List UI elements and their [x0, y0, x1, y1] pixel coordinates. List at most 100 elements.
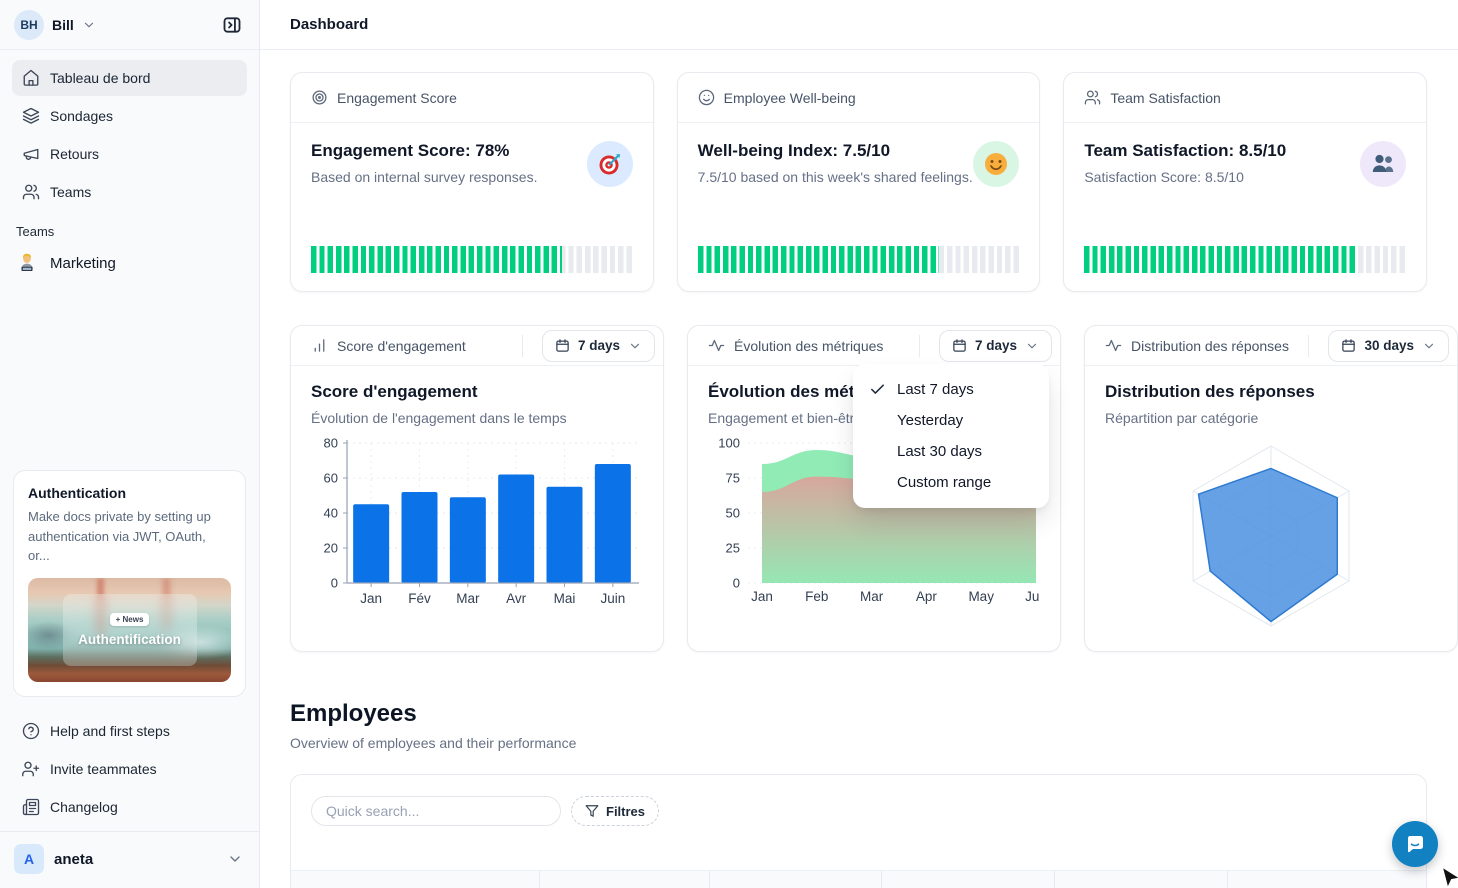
chart-card: Distribution des réponses 30 days Distri…: [1084, 325, 1458, 652]
sidebar-item-changelog[interactable]: Changelog: [12, 789, 247, 825]
menu-item-custom-range[interactable]: Custom range: [853, 467, 1049, 498]
filters-label: Filtres: [606, 804, 645, 819]
sidebar-team-marketing[interactable]: Marketing: [0, 243, 259, 283]
svg-text:0: 0: [733, 576, 740, 591]
newspaper-icon: [22, 798, 40, 816]
menu-item-last-30-days[interactable]: Last 30 days: [853, 436, 1049, 467]
employees-table-card: Filtres UserTeamPositionParticipationPer…: [290, 774, 1427, 888]
employees-table-header: UserTeamPositionParticipationPerformance…: [291, 870, 1426, 888]
stat-progress-bar: [311, 246, 633, 273]
check-icon: [869, 412, 886, 429]
check-icon: [869, 443, 886, 460]
svg-text:25: 25: [726, 541, 740, 556]
sidebar-item-retours[interactable]: Retours: [12, 136, 247, 172]
main: Dashboard Engagement Score Engagement Sc…: [260, 0, 1458, 888]
calendar-icon: [1341, 338, 1356, 353]
promo-image-caption: Authentification: [78, 632, 181, 647]
column-header-position: Position: [709, 871, 881, 888]
column-header-tasks: Tasks: [1227, 871, 1426, 888]
sidebar-item-teams[interactable]: Teams: [12, 174, 247, 210]
svg-text:40: 40: [324, 506, 338, 521]
date-range-button[interactable]: 30 days: [1328, 330, 1449, 362]
stat-cards-row: Engagement Score Engagement Score: 78% B…: [290, 72, 1427, 292]
workspace-switcher[interactable]: BH Bill: [14, 10, 96, 40]
chart: [1105, 436, 1437, 639]
help-circle-icon: [22, 722, 40, 740]
svg-text:Feb: Feb: [805, 589, 828, 604]
chevron-down-icon: [82, 18, 96, 32]
date-range-button[interactable]: 7 days: [939, 330, 1052, 362]
sidebar-item-help-and-first-steps[interactable]: Help and first steps: [12, 713, 247, 749]
svg-text:Avr: Avr: [506, 591, 527, 606]
sidebar-nav: Tableau de bord Sondages Retours Teams: [0, 50, 259, 210]
search-input[interactable]: [311, 796, 561, 826]
stat-progress-bar: [1084, 246, 1406, 273]
sidebar-item-sondages[interactable]: Sondages: [12, 98, 247, 134]
chart: 020406080JanFévMarAvrMaiJuin: [311, 436, 643, 639]
svg-text:80: 80: [324, 436, 338, 451]
employees-section: Employees Overview of employees and thei…: [290, 700, 1427, 888]
sidebar-item-invite-teammates[interactable]: Invite teammates: [12, 751, 247, 787]
promo-title: Authentication: [28, 485, 231, 501]
dart-target-emoji: [587, 141, 633, 187]
chart-card: Évolution des métriques 7 days Évolution…: [687, 325, 1061, 652]
stat-subtitle: 7.5/10 based on this week's shared feeli…: [698, 169, 974, 185]
sidebar-item-tableau-de-bord[interactable]: Tableau de bord: [12, 60, 247, 96]
chevron-down-icon: [628, 339, 642, 353]
check-icon: [869, 381, 886, 398]
stat-card: Employee Well-being Well-being Index: 7.…: [677, 72, 1041, 292]
app: BH Bill Tableau de bord Sondages Retours…: [0, 0, 1458, 888]
date-range-button[interactable]: 7 days: [542, 330, 655, 362]
account-switcher[interactable]: A aneta: [0, 832, 259, 888]
svg-text:Apr: Apr: [916, 589, 938, 604]
svg-text:60: 60: [324, 471, 338, 486]
stat-title: Engagement Score: 78%: [311, 141, 587, 161]
stat-subtitle: Based on internal survey responses.: [311, 169, 587, 185]
news-badge: + News: [110, 613, 150, 626]
svg-text:Mar: Mar: [860, 589, 884, 604]
chart-subtitle: Évolution de l'engagement dans le temps: [311, 410, 643, 426]
chevron-down-icon: [1422, 339, 1436, 353]
check-icon: [869, 474, 886, 491]
stat-card: Team Satisfaction Team Satisfaction: 8.5…: [1063, 72, 1427, 292]
employees-toolbar: Filtres: [291, 775, 1426, 826]
megaphone-icon: [22, 145, 40, 163]
column-header-performance: Performance: [1054, 871, 1227, 888]
svg-text:May: May: [968, 589, 994, 604]
smile-icon: [698, 89, 715, 106]
svg-text:Juin: Juin: [600, 591, 625, 606]
column-header-participation: Participation: [881, 871, 1054, 888]
promo-image: + News Authentification: [28, 578, 231, 682]
technologist-emoji: [16, 252, 38, 274]
menu-item-yesterday[interactable]: Yesterday: [853, 405, 1049, 436]
stat-subtitle: Satisfaction Score: 8.5/10: [1084, 169, 1360, 185]
filters-button[interactable]: Filtres: [571, 796, 659, 826]
menu-item-last-7-days[interactable]: Last 7 days: [853, 374, 1049, 405]
svg-text:Jan: Jan: [360, 591, 382, 606]
svg-text:20: 20: [324, 541, 338, 556]
workspace-avatar: BH: [14, 10, 44, 40]
date-range-menu: Last 7 daysYesterdayLast 30 daysCustom r…: [853, 364, 1049, 508]
chevron-down-icon: [227, 851, 243, 867]
stat-title: Well-being Index: 7.5/10: [698, 141, 974, 161]
layers-icon: [22, 107, 40, 125]
svg-text:75: 75: [726, 471, 740, 486]
home-icon: [22, 69, 40, 87]
sidebar-footer-nav: Help and first steps Invite teammates Ch…: [0, 713, 259, 831]
target-icon: [311, 89, 328, 106]
sidebar: BH Bill Tableau de bord Sondages Retours…: [0, 0, 260, 888]
activity-icon: [1105, 337, 1122, 354]
stat-title: Team Satisfaction: 8.5/10: [1084, 141, 1360, 161]
svg-text:50: 50: [726, 506, 740, 521]
sidebar-collapse-button[interactable]: [217, 10, 247, 40]
account-avatar: A: [14, 844, 44, 874]
svg-text:Fév: Fév: [408, 591, 431, 606]
calendar-icon: [555, 338, 570, 353]
promo-card[interactable]: Authentication Make docs private by sett…: [13, 470, 246, 697]
svg-text:Jan: Jan: [751, 589, 773, 604]
chevron-down-icon: [1025, 339, 1039, 353]
chat-launcher-button[interactable]: [1392, 821, 1438, 867]
topbar: Dashboard: [260, 0, 1458, 50]
svg-text:Mai: Mai: [554, 591, 576, 606]
sidebar-header: BH Bill: [0, 0, 259, 50]
